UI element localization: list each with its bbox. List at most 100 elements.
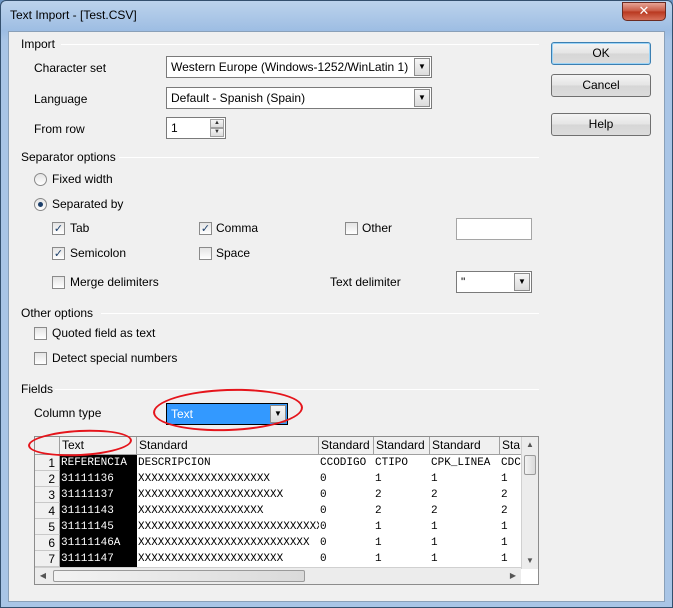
column-type-label: Column type: [34, 406, 102, 420]
language-value: Default - Spanish (Spain): [171, 91, 306, 105]
grid-cell: 0: [320, 489, 327, 501]
language-dropdown[interactable]: Default - Spanish (Spain) ▼: [166, 87, 432, 109]
character-set-value: Western Europe (Windows-1252/WinLatin 1): [171, 60, 409, 74]
preview-grid[interactable]: Text Standard Standard Standard Standard…: [34, 436, 539, 585]
grid-cell: CCODIGO: [320, 457, 367, 469]
title-bar[interactable]: Text Import - [Test.CSV] ✕: [1, 1, 672, 31]
other-checkbox[interactable]: [345, 222, 358, 235]
grid-cell: 2: [431, 489, 438, 501]
grid-cell: 31111145: [61, 521, 114, 533]
grid-cell: CPK_LINEA: [431, 457, 491, 469]
row-number: 4: [35, 503, 60, 519]
grid-cell: XXXXXXXXXXXXXXXXXXX: [138, 505, 264, 517]
grid-cell: 0: [320, 505, 327, 517]
quoted-field-label[interactable]: Quoted field as text: [52, 326, 155, 340]
scroll-right-icon[interactable]: ▶: [505, 568, 521, 584]
divider: [61, 44, 539, 45]
row-number: 7: [35, 551, 60, 567]
grid-cell: 2: [375, 489, 382, 501]
horizontal-scrollbar[interactable]: ◀ ▶: [35, 567, 521, 584]
comma-checkbox[interactable]: ✓: [199, 222, 212, 235]
divider: [119, 157, 539, 158]
fixed-width-label[interactable]: Fixed width: [52, 172, 113, 186]
grid-cell: 1: [375, 537, 382, 549]
tab-label[interactable]: Tab: [70, 221, 89, 235]
chevron-down-icon[interactable]: ▼: [414, 58, 430, 76]
space-checkbox[interactable]: [199, 247, 212, 260]
column-header[interactable]: Standard: [137, 437, 319, 455]
semicolon-checkbox[interactable]: ✓: [52, 247, 65, 260]
detect-special-numbers-checkbox[interactable]: [34, 352, 47, 365]
fields-heading: Fields: [21, 382, 54, 396]
help-button[interactable]: Help: [551, 113, 651, 136]
tab-checkbox[interactable]: ✓: [52, 222, 65, 235]
scroll-down-icon[interactable]: ▼: [522, 553, 538, 569]
cancel-button[interactable]: Cancel: [551, 74, 651, 97]
grid-cell: 31111143: [61, 505, 114, 517]
row-number: 3: [35, 487, 60, 503]
row-number: 5: [35, 519, 60, 535]
text-delimiter-label: Text delimiter: [330, 275, 401, 289]
merge-delimiters-label[interactable]: Merge delimiters: [70, 275, 159, 289]
divider: [101, 313, 539, 314]
grid-cell: 31111147: [61, 553, 114, 565]
text-delimiter-dropdown[interactable]: " ▼: [456, 271, 532, 293]
dialog-body: Import Character set Western Europe (Win…: [8, 31, 665, 602]
character-set-dropdown[interactable]: Western Europe (Windows-1252/WinLatin 1)…: [166, 56, 432, 78]
grid-cell: 2: [431, 505, 438, 517]
ok-button[interactable]: OK: [551, 42, 651, 65]
grid-cell: 1: [431, 553, 438, 565]
column-header[interactable]: Standard: [319, 437, 374, 455]
window-title: Text Import - [Test.CSV]: [10, 8, 137, 22]
chevron-down-icon[interactable]: ▼: [514, 273, 530, 291]
space-label[interactable]: Space: [216, 246, 250, 260]
grid-cell: 0: [320, 473, 327, 485]
scroll-thumb[interactable]: [524, 455, 536, 475]
row-number: 1: [35, 455, 60, 471]
separated-by-radio[interactable]: [34, 198, 47, 211]
grid-cell: 0: [320, 521, 327, 533]
grid-cell: 1: [431, 537, 438, 549]
divider: [55, 389, 539, 390]
close-icon[interactable]: ✕: [622, 2, 666, 21]
from-row-label: From row: [34, 122, 85, 136]
grid-cell: 2: [375, 505, 382, 517]
grid-cell: 1: [375, 521, 382, 533]
language-label: Language: [34, 92, 88, 106]
vertical-scrollbar[interactable]: ▲ ▼: [521, 437, 538, 569]
scroll-left-icon[interactable]: ◀: [35, 568, 51, 584]
other-separator-input[interactable]: [456, 218, 532, 240]
grid-cell: XXXXXXXXXXXXXXXXXXXXXXXXXXXX: [138, 521, 319, 533]
grid-cell: REFERENCIA: [61, 457, 128, 469]
fixed-width-radio[interactable]: [34, 173, 47, 186]
grid-cell: 0: [320, 537, 327, 549]
text-delimiter-value: ": [461, 275, 466, 289]
grid-cell: 1: [431, 473, 438, 485]
grid-cell: XXXXXXXXXXXXXXXXXXXXXX: [138, 489, 284, 501]
red-annotation-circle: [152, 386, 304, 434]
column-header[interactable]: Standard: [430, 437, 500, 455]
grid-cell: CTIPO: [375, 457, 409, 469]
comma-label[interactable]: Comma: [216, 221, 258, 235]
separated-by-label[interactable]: Separated by: [52, 197, 123, 211]
grid-cell: XXXXXXXXXXXXXXXXXXXXXX: [138, 553, 284, 565]
merge-delimiters-checkbox[interactable]: [52, 276, 65, 289]
from-row-spinner[interactable]: 1 ▲ ▼: [166, 117, 226, 139]
character-set-label: Character set: [34, 61, 107, 75]
grid-cell: XXXXXXXXXXXXXXXXXXXXXXXXXX: [138, 537, 310, 549]
chevron-down-icon[interactable]: ▼: [414, 89, 430, 107]
semicolon-label[interactable]: Semicolon: [70, 246, 126, 260]
grid-cell: 1: [375, 553, 382, 565]
grid-cell: 31111137: [61, 489, 114, 501]
detect-special-numbers-label[interactable]: Detect special numbers: [52, 351, 177, 365]
column-header[interactable]: Standard: [374, 437, 430, 455]
grid-cell: 1: [375, 473, 382, 485]
scroll-thumb[interactable]: [53, 570, 305, 582]
text-import-dialog: Text Import - [Test.CSV] ✕ Import Charac…: [0, 0, 673, 608]
quoted-field-checkbox[interactable]: [34, 327, 47, 340]
spin-up-icon[interactable]: ▲: [210, 119, 224, 128]
other-label[interactable]: Other: [362, 221, 392, 235]
spin-down-icon[interactable]: ▼: [210, 128, 224, 137]
scroll-up-icon[interactable]: ▲: [522, 437, 538, 453]
row-number: 6: [35, 535, 60, 551]
